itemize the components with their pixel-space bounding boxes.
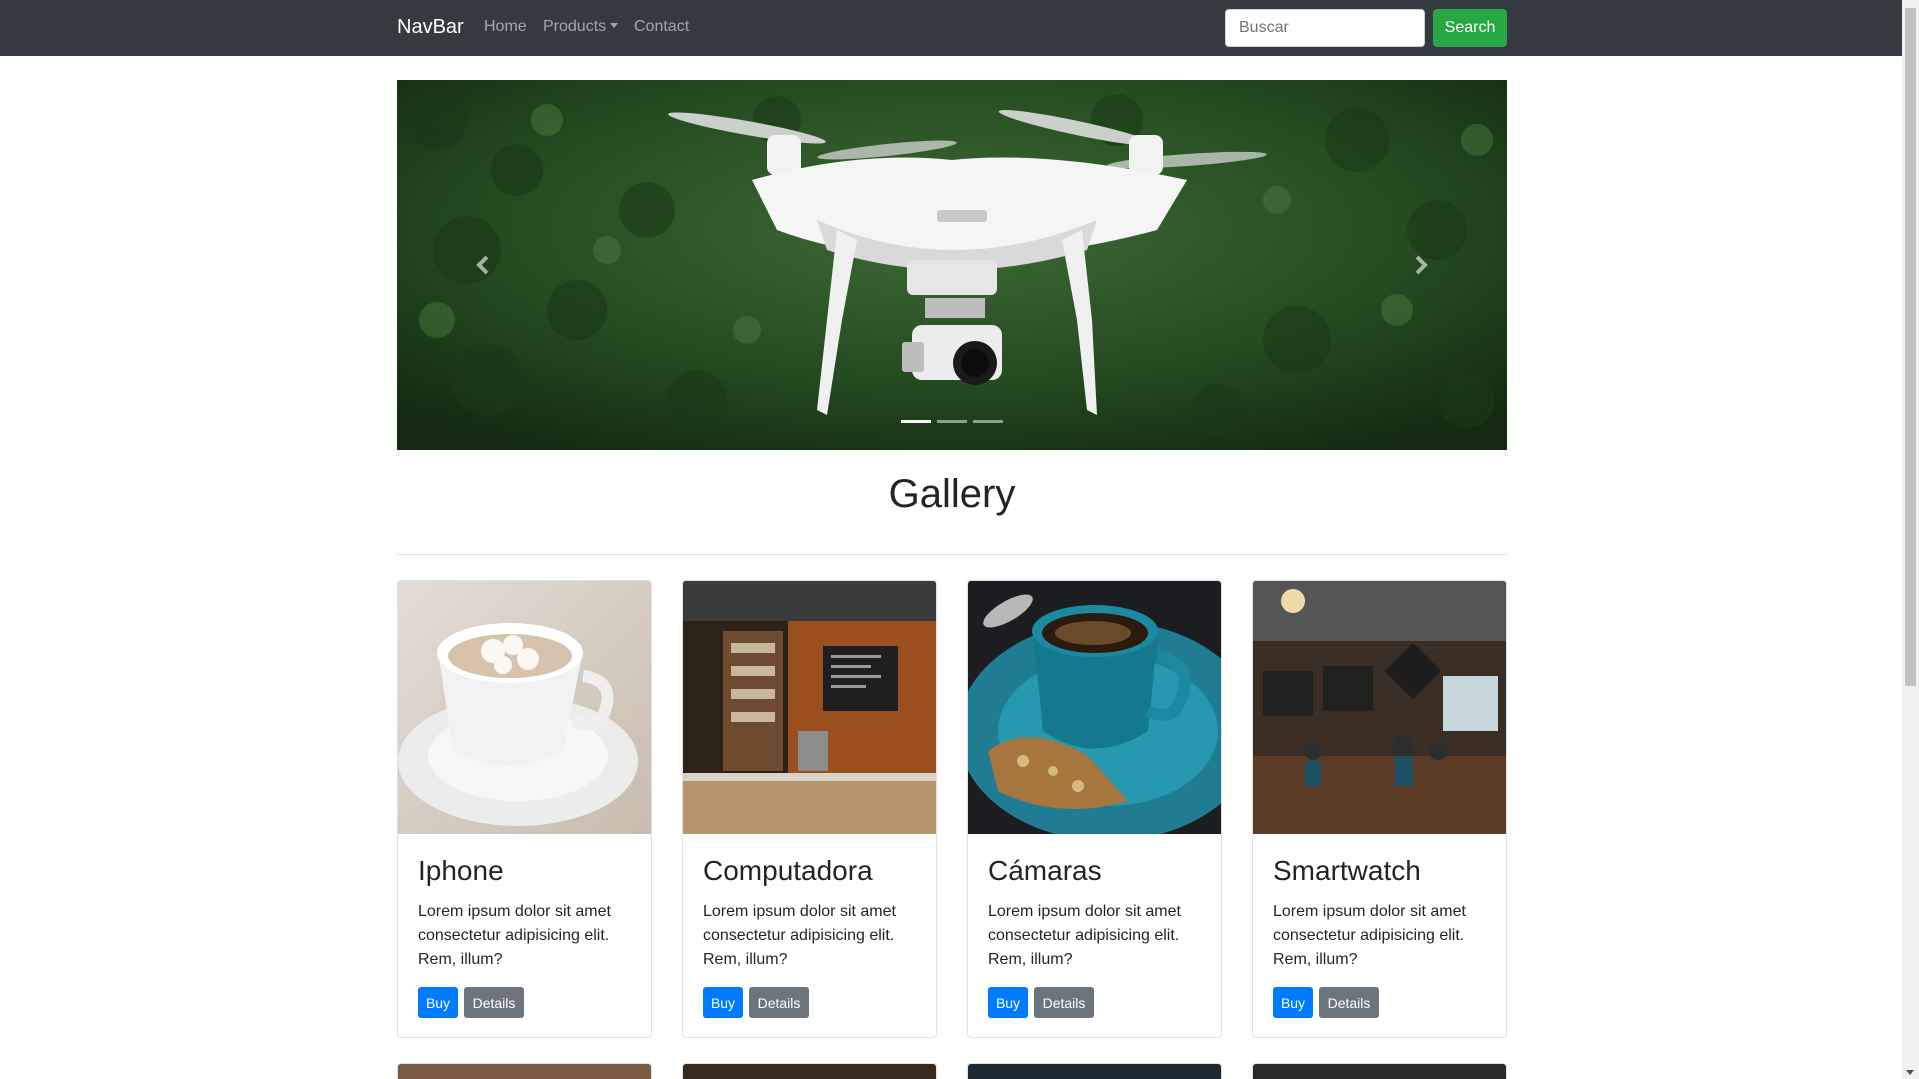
card-text: Lorem ipsum dolor sit amet consectetur a… bbox=[703, 903, 896, 968]
product-card-next-row bbox=[397, 1063, 652, 1079]
navbar: NavBar Home Products Contact Search bbox=[0, 0, 1902, 56]
details-button[interactable]: Details bbox=[1319, 987, 1379, 1018]
product-card-next-row bbox=[682, 1063, 937, 1079]
product-card: Iphone Lorem ipsum dolor sit amet consec… bbox=[397, 580, 652, 1038]
card-text: Lorem ipsum dolor sit amet consectetur a… bbox=[988, 903, 1181, 968]
buy-button[interactable]: Buy bbox=[703, 987, 743, 1018]
scrollbar-thumb[interactable] bbox=[1905, 8, 1916, 686]
product-card-next-row bbox=[1252, 1063, 1507, 1079]
page-scrollbar[interactable] bbox=[1902, 0, 1919, 1079]
card-title: Cámaras bbox=[988, 855, 1102, 886]
buy-button[interactable]: Buy bbox=[418, 987, 458, 1018]
nav-link-contact[interactable]: Contact bbox=[634, 18, 689, 36]
search-button[interactable]: Search bbox=[1433, 9, 1507, 47]
caret-down-icon bbox=[610, 23, 619, 28]
buy-button[interactable]: Buy bbox=[988, 987, 1028, 1018]
chevron-right-icon bbox=[1415, 255, 1428, 275]
card-image-coffee-cup bbox=[398, 581, 651, 834]
carousel-indicator-1[interactable] bbox=[901, 420, 931, 423]
nav-dropdown-products[interactable]: Products bbox=[543, 18, 619, 36]
product-card-next-row bbox=[967, 1063, 1222, 1079]
nav-products-label: Products bbox=[543, 18, 607, 35]
gallery-title: Gallery bbox=[888, 472, 1016, 516]
carousel-prev-button[interactable] bbox=[463, 240, 503, 290]
search-input[interactable] bbox=[1225, 9, 1425, 47]
details-button[interactable]: Details bbox=[1034, 987, 1094, 1018]
card-text: Lorem ipsum dolor sit amet consectetur a… bbox=[1273, 903, 1466, 968]
details-button[interactable]: Details bbox=[464, 987, 524, 1018]
nav-link-home[interactable]: Home bbox=[484, 18, 527, 36]
product-card: Cámaras Lorem ipsum dolor sit amet conse… bbox=[967, 580, 1222, 1038]
details-button[interactable]: Details bbox=[749, 987, 809, 1018]
card-image-coffee-shop-counter bbox=[683, 581, 936, 834]
carousel-indicator-2[interactable] bbox=[937, 420, 967, 423]
carousel-next-button[interactable] bbox=[1401, 240, 1441, 290]
card-text: Lorem ipsum dolor sit amet consectetur a… bbox=[418, 903, 611, 968]
carousel-slide-drone-image bbox=[397, 80, 1507, 450]
card-title: Computadora bbox=[703, 855, 873, 886]
gallery-divider bbox=[397, 554, 1507, 555]
image-carousel bbox=[397, 80, 1507, 450]
carousel-indicator-3[interactable] bbox=[973, 420, 1003, 423]
product-card: Smartwatch Lorem ipsum dolor sit amet co… bbox=[1252, 580, 1507, 1038]
scroll-down-arrow-icon[interactable] bbox=[1906, 1070, 1914, 1075]
chevron-left-icon bbox=[476, 255, 489, 275]
buy-button[interactable]: Buy bbox=[1273, 987, 1313, 1018]
card-title: Iphone bbox=[418, 855, 504, 886]
card-image-espresso-cup bbox=[968, 581, 1221, 834]
card-image-cafe-interior bbox=[1253, 581, 1506, 834]
product-card: Computadora Lorem ipsum dolor sit amet c… bbox=[682, 580, 937, 1038]
card-title: Smartwatch bbox=[1273, 855, 1421, 886]
navbar-brand[interactable]: NavBar bbox=[397, 16, 464, 39]
